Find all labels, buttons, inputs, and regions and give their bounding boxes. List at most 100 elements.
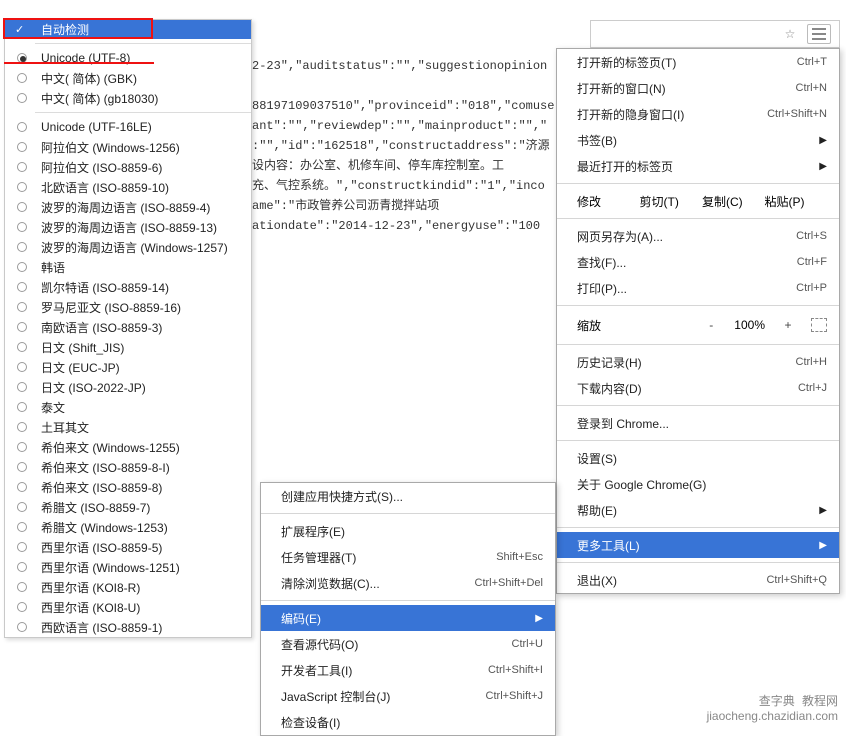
menu-copy[interactable]: 复制(C) xyxy=(702,193,765,210)
menu-more-tools[interactable]: 更多工具(L)▶ xyxy=(557,532,839,558)
separator xyxy=(557,183,839,184)
separator xyxy=(557,562,839,563)
page-body-text: 2-23","auditstatus":"","suggestionopinio… xyxy=(252,56,552,236)
zoom-out-button[interactable]: - xyxy=(702,318,720,332)
menu-signin[interactable]: 登录到 Chrome... xyxy=(557,410,839,436)
menu-new-tab[interactable]: 打开新的标签页(T)Ctrl+T xyxy=(557,49,839,75)
star-icon[interactable]: ☆ xyxy=(781,25,799,43)
radio-icon xyxy=(17,282,27,292)
radio-icon xyxy=(17,142,27,152)
menu-history[interactable]: 历史记录(H)Ctrl+H xyxy=(557,349,839,375)
menu-downloads[interactable]: 下载内容(D)Ctrl+J xyxy=(557,375,839,401)
encoding-label: 希伯来文 (ISO-8859-8-I) xyxy=(41,459,170,476)
encoding-option[interactable]: 日文 (ISO-2022-JP) xyxy=(5,377,251,397)
chevron-right-icon: ▶ xyxy=(819,161,827,172)
menu-task-manager[interactable]: 任务管理器(T)Shift+Esc xyxy=(261,544,555,570)
encoding-label: 阿拉伯文 (ISO-8859-6) xyxy=(41,159,162,176)
encoding-option[interactable]: 波罗的海周边语言 (ISO-8859-13) xyxy=(5,217,251,237)
menu-save-as[interactable]: 网页另存为(A)...Ctrl+S xyxy=(557,223,839,249)
menu-bookmarks[interactable]: 书签(B)▶ xyxy=(557,127,839,153)
encoding-label: Unicode (UTF-16LE) xyxy=(41,120,152,134)
encoding-option[interactable]: 北欧语言 (ISO-8859-10) xyxy=(5,177,251,197)
encoding-option[interactable]: 罗马尼亚文 (ISO-8859-16) xyxy=(5,297,251,317)
menu-paste[interactable]: 粘贴(P) xyxy=(765,193,828,210)
encoding-option[interactable]: 土耳其文 xyxy=(5,417,251,437)
encoding-option[interactable]: 日文 (Shift_JIS) xyxy=(5,337,251,357)
radio-icon xyxy=(17,542,27,552)
radio-icon xyxy=(17,602,27,612)
menu-help[interactable]: 帮助(E)▶ xyxy=(557,497,839,523)
encoding-option[interactable]: 希伯来文 (ISO-8859-8-I) xyxy=(5,457,251,477)
menu-extensions[interactable]: 扩展程序(E) xyxy=(261,518,555,544)
fullscreen-icon[interactable] xyxy=(811,318,827,332)
menu-view-source[interactable]: 查看源代码(O)Ctrl+U xyxy=(261,631,555,657)
encoding-label: 北欧语言 (ISO-8859-10) xyxy=(41,179,169,196)
menu-dev-tools[interactable]: 开发者工具(I)Ctrl+Shift+I xyxy=(261,657,555,683)
encoding-label: 波罗的海周边语言 (ISO-8859-13) xyxy=(41,219,217,236)
encoding-option[interactable]: 南欧语言 (ISO-8859-3) xyxy=(5,317,251,337)
menu-new-incognito[interactable]: 打开新的隐身窗口(I)Ctrl+Shift+N xyxy=(557,101,839,127)
radio-icon xyxy=(17,162,27,172)
encoding-label: 波罗的海周边语言 (ISO-8859-4) xyxy=(41,199,210,216)
menu-new-window[interactable]: 打开新的窗口(N)Ctrl+N xyxy=(557,75,839,101)
encoding-option[interactable]: 韩语 xyxy=(5,257,251,277)
menu-edit-row: 修改 剪切(T) 复制(C) 粘贴(P) xyxy=(557,188,839,214)
encoding-option[interactable]: 中文( 简体) (gb18030) xyxy=(5,88,251,108)
menu-print[interactable]: 打印(P)...Ctrl+P xyxy=(557,275,839,301)
menu-icon[interactable] xyxy=(807,24,831,44)
separator xyxy=(261,513,555,514)
main-menu: 打开新的标签页(T)Ctrl+T 打开新的窗口(N)Ctrl+N 打开新的隐身窗… xyxy=(556,48,840,594)
radio-icon xyxy=(17,362,27,372)
encoding-option[interactable]: 日文 (EUC-JP) xyxy=(5,357,251,377)
encoding-label: 泰文 xyxy=(41,399,65,416)
encoding-option[interactable]: 西里尔语 (Windows-1251) xyxy=(5,557,251,577)
encoding-option[interactable]: 阿拉伯文 (ISO-8859-6) xyxy=(5,157,251,177)
radio-icon xyxy=(17,342,27,352)
radio-icon xyxy=(17,402,27,412)
menu-encoding[interactable]: 编码(E)▶ xyxy=(261,605,555,631)
radio-icon xyxy=(17,202,27,212)
radio-icon xyxy=(17,582,27,592)
menu-js-console[interactable]: JavaScript 控制台(J)Ctrl+Shift+J xyxy=(261,683,555,709)
encoding-option[interactable]: 波罗的海周边语言 (ISO-8859-4) xyxy=(5,197,251,217)
encoding-option[interactable]: 希伯来文 (Windows-1255) xyxy=(5,437,251,457)
menu-clear-data[interactable]: 清除浏览数据(C)...Ctrl+Shift+Del xyxy=(261,570,555,596)
encoding-option[interactable]: 希伯来文 (ISO-8859-8) xyxy=(5,477,251,497)
menu-cut[interactable]: 剪切(T) xyxy=(640,193,703,210)
encoding-option[interactable]: 波罗的海周边语言 (Windows-1257) xyxy=(5,237,251,257)
encoding-selected[interactable]: Unicode (UTF-8) xyxy=(5,48,251,68)
watermark: 查字典 教程网 jiaocheng.chazidian.com xyxy=(707,694,838,724)
encoding-option[interactable]: 中文( 简体) (GBK) xyxy=(5,68,251,88)
encoding-option[interactable]: 西里尔语 (KOI8-R) xyxy=(5,577,251,597)
encoding-label: 罗马尼亚文 (ISO-8859-16) xyxy=(41,299,181,316)
omnibox-row: ☆ xyxy=(590,20,840,48)
encoding-option[interactable]: 阿拉伯文 (Windows-1256) xyxy=(5,137,251,157)
encoding-label: 波罗的海周边语言 (Windows-1257) xyxy=(41,239,228,256)
encoding-option[interactable]: 西里尔语 (KOI8-U) xyxy=(5,597,251,617)
encoding-auto-detect[interactable]: ✓ 自动检测 xyxy=(5,20,251,39)
encoding-option[interactable]: Unicode (UTF-16LE) xyxy=(5,117,251,137)
menu-create-shortcut[interactable]: 创建应用快捷方式(S)... xyxy=(261,483,555,509)
menu-about[interactable]: 关于 Google Chrome(G) xyxy=(557,471,839,497)
encoding-label: 希伯来文 (Windows-1255) xyxy=(41,439,180,456)
encoding-label: 日文 (EUC-JP) xyxy=(41,359,120,376)
menu-recent-tabs[interactable]: 最近打开的标签页▶ xyxy=(557,153,839,179)
menu-exit[interactable]: 退出(X)Ctrl+Shift+Q xyxy=(557,567,839,593)
radio-icon xyxy=(17,422,27,432)
menu-inspect[interactable]: 检查设备(I) xyxy=(261,709,555,735)
encoding-option[interactable]: 泰文 xyxy=(5,397,251,417)
encoding-label: 西欧语言 (ISO-8859-1) xyxy=(41,619,162,636)
menu-settings[interactable]: 设置(S) xyxy=(557,445,839,471)
encoding-label: 西里尔语 (KOI8-U) xyxy=(41,599,140,616)
encoding-option[interactable]: 希腊文 (Windows-1253) xyxy=(5,517,251,537)
encoding-option[interactable]: 希腊文 (ISO-8859-7) xyxy=(5,497,251,517)
encoding-label: 中文( 简体) (GBK) xyxy=(41,70,137,87)
encoding-option[interactable]: 西欧语言 (ISO-8859-1) xyxy=(5,617,251,637)
menu-find[interactable]: 查找(F)...Ctrl+F xyxy=(557,249,839,275)
encoding-option[interactable]: 西里尔语 (ISO-8859-5) xyxy=(5,537,251,557)
separator xyxy=(557,305,839,306)
zoom-in-button[interactable]: + xyxy=(779,318,797,332)
radio-icon xyxy=(17,242,27,252)
radio-icon xyxy=(17,622,27,632)
encoding-option[interactable]: 凯尔特语 (ISO-8859-14) xyxy=(5,277,251,297)
